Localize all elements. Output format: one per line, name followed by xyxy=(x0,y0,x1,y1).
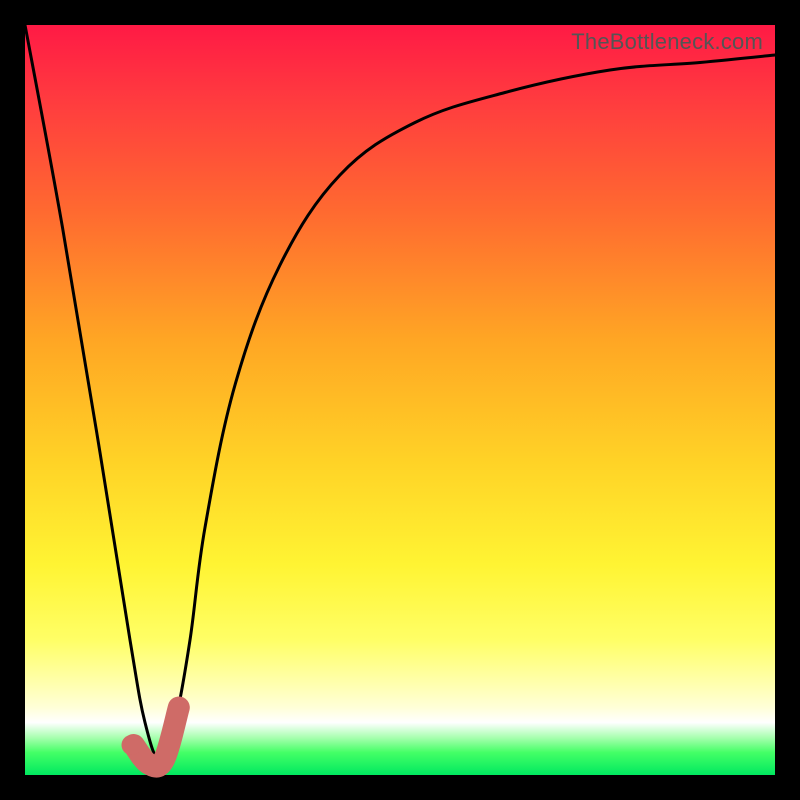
plot-area: TheBottleneck.com xyxy=(25,25,775,775)
curve-layer xyxy=(25,25,775,775)
chart-frame: TheBottleneck.com xyxy=(0,0,800,800)
bottleneck-curve xyxy=(25,25,775,760)
highlight-dot xyxy=(122,735,142,755)
highlight-marker xyxy=(134,708,179,767)
